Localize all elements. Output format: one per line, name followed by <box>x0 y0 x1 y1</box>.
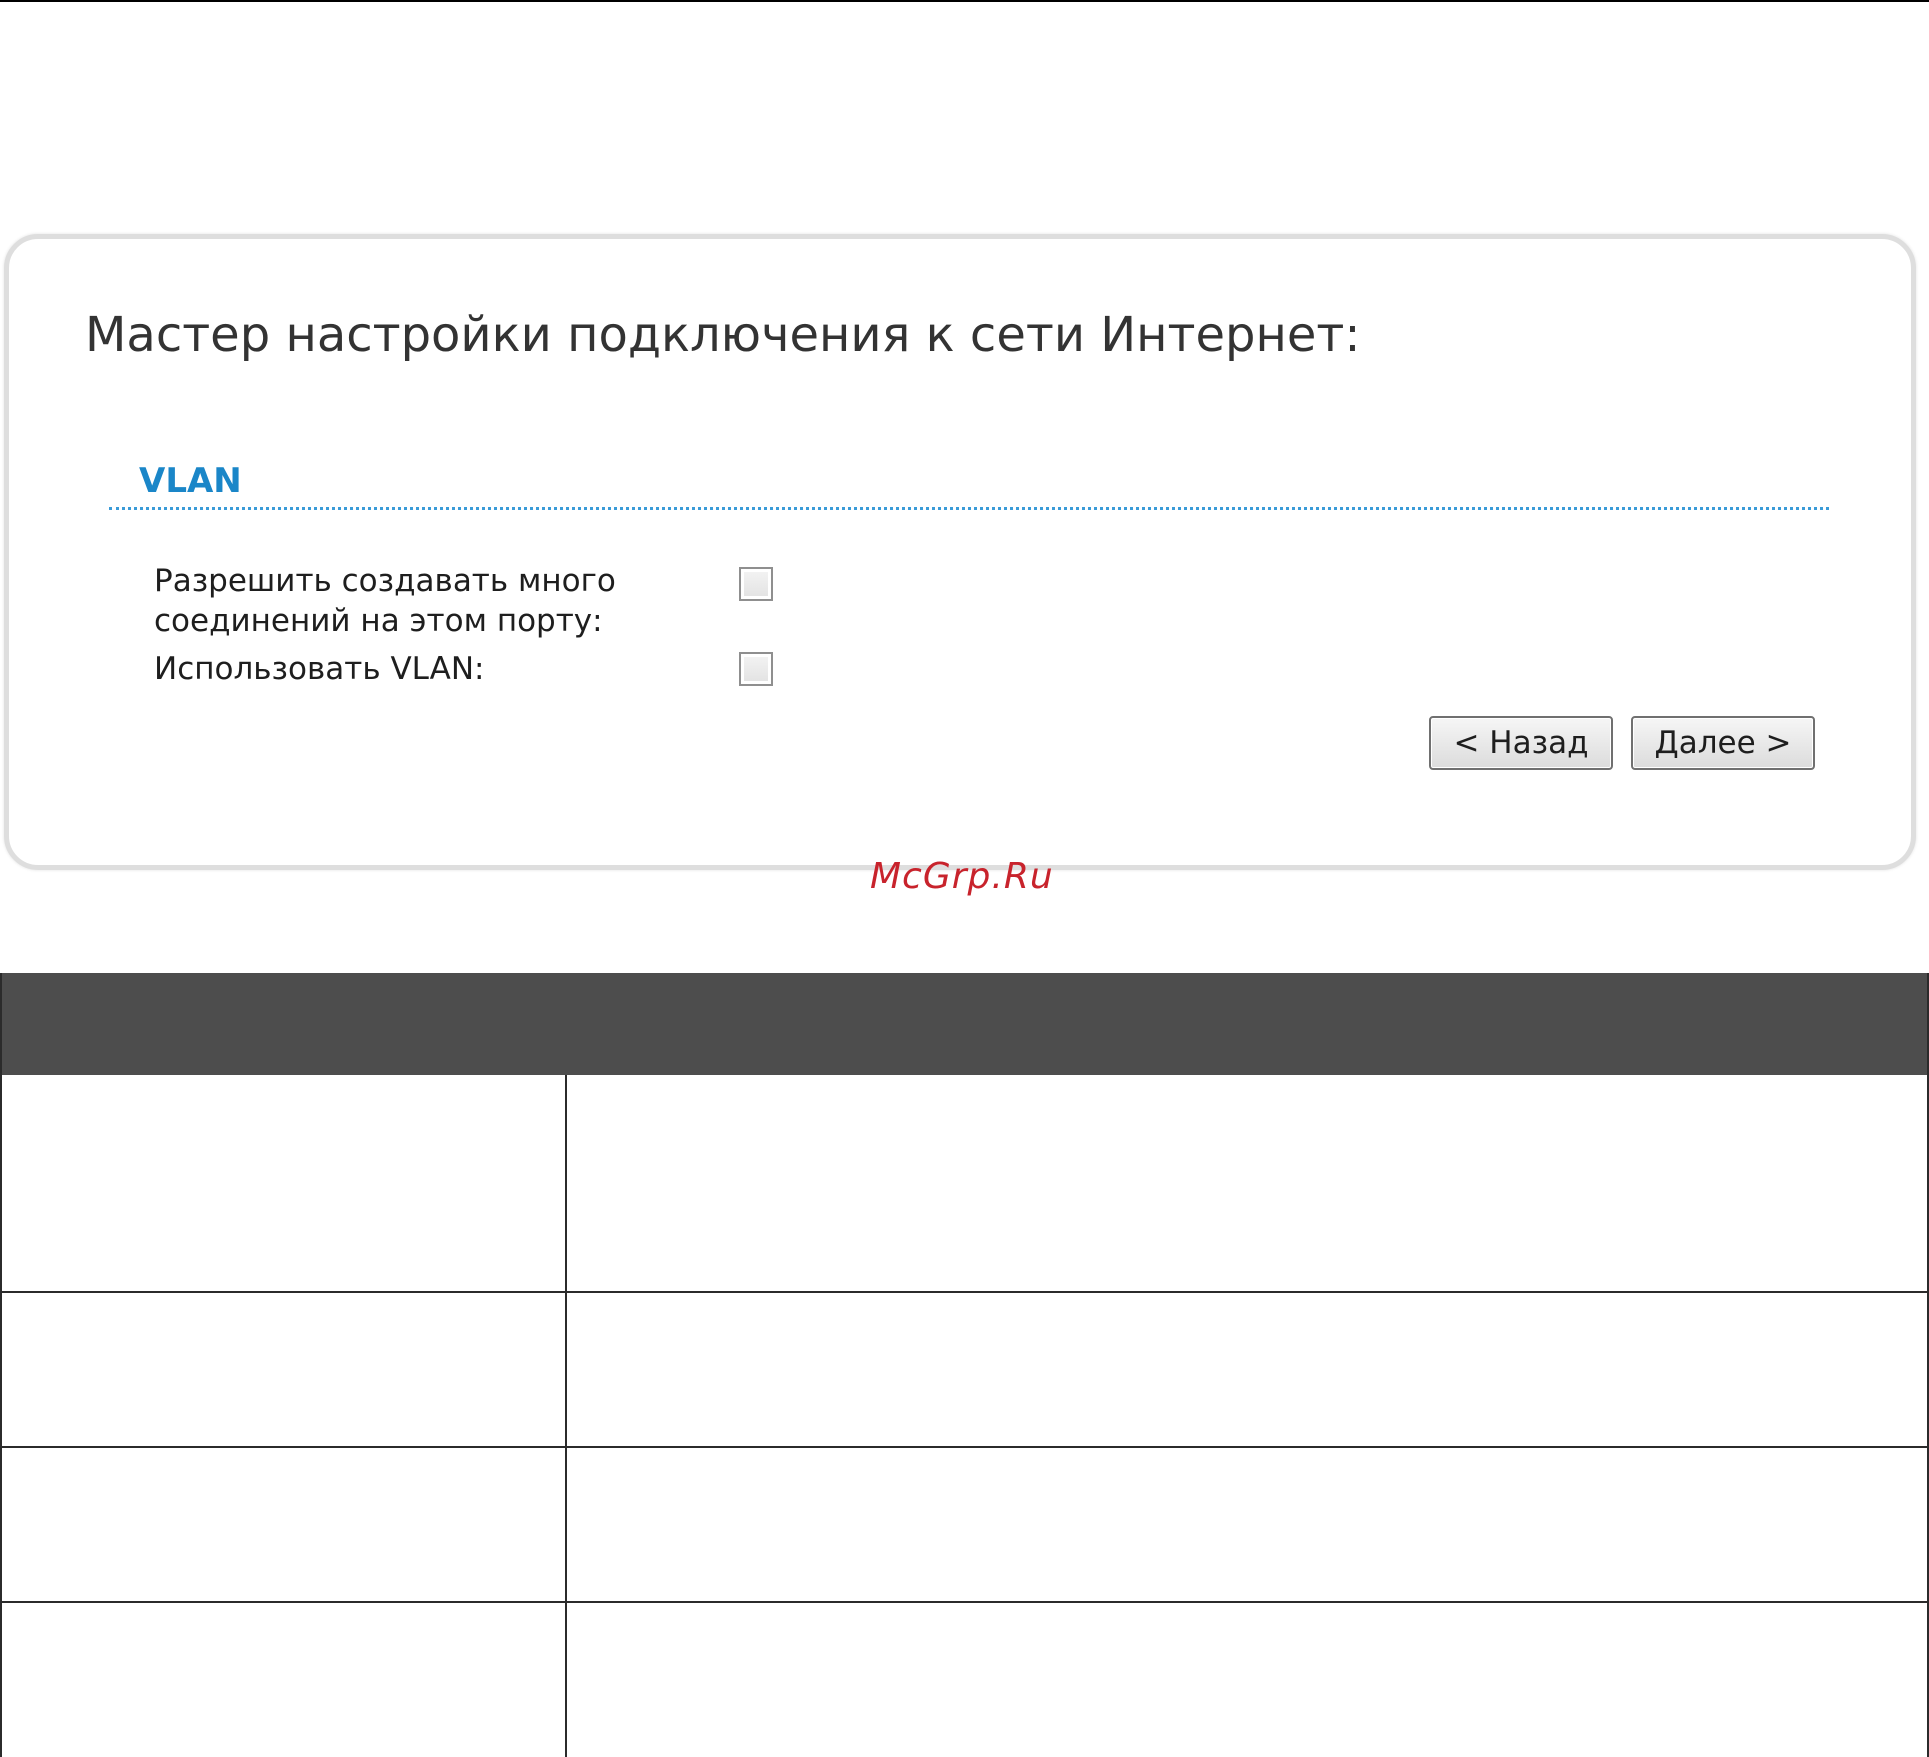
table-row <box>2 1603 1929 1757</box>
wizard-title: Мастер настройки подключения к сети Инте… <box>85 307 1361 363</box>
column-divider <box>565 1293 567 1446</box>
section-title-vlan: VLAN <box>139 461 242 501</box>
table-row <box>2 1448 1929 1603</box>
use-vlan-label: Использовать VLAN: <box>154 651 485 687</box>
table-header <box>2 973 1929 1075</box>
next-button[interactable]: Далее > <box>1631 716 1815 770</box>
top-rule <box>0 0 1929 2</box>
multi-connection-label: Разрешить создавать много соединений на … <box>154 563 616 639</box>
multi-connection-checkbox[interactable] <box>739 567 773 601</box>
column-divider <box>565 1448 567 1601</box>
parameters-table <box>0 973 1929 1757</box>
table-row <box>2 1075 1929 1293</box>
table-row <box>2 1293 1929 1448</box>
section-divider <box>109 507 1829 510</box>
wizard-panel: Мастер настройки подключения к сети Инте… <box>4 234 1916 870</box>
back-button[interactable]: < Назад <box>1429 716 1613 770</box>
watermark-text: McGrp.Ru <box>870 856 1054 897</box>
use-vlan-checkbox[interactable] <box>739 652 773 686</box>
column-divider <box>565 1075 567 1291</box>
column-divider <box>565 1603 567 1757</box>
